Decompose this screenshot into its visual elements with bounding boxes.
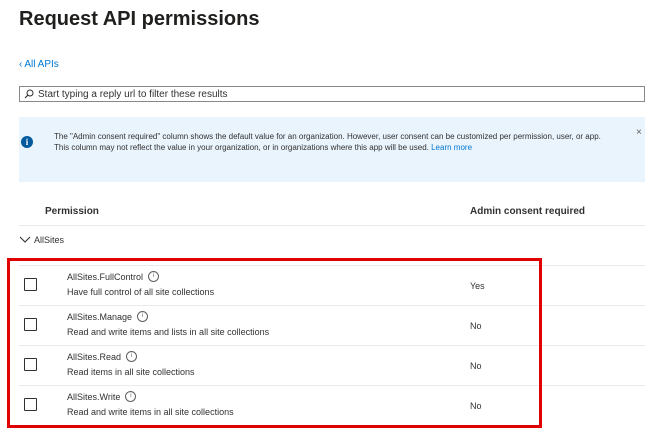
permission-row: AllSites.Manage i Read and write items a… [19, 306, 645, 346]
chevron-left-icon: ‹ [19, 59, 23, 70]
permission-column-header: Permission [45, 206, 99, 217]
admin-consent-column-header: Admin consent required [470, 206, 586, 217]
admin-consent-value: No [470, 401, 482, 411]
info-icon: i [21, 136, 33, 148]
permission-checkbox[interactable] [24, 278, 37, 291]
permission-name: AllSites.FullControl i [67, 271, 160, 282]
chevron-down-icon [19, 236, 31, 243]
all-apis-label: All APIs [24, 59, 59, 70]
permission-description: Read items in all site collections [67, 367, 195, 377]
permission-name-label: AllSites.Read [67, 351, 122, 362]
group-label: AllSites [34, 235, 65, 245]
divider [19, 225, 645, 226]
group-toggle-allsites[interactable]: AllSites [19, 235, 64, 245]
permission-name-label: AllSites.Write [67, 391, 121, 402]
info-text: The "Admin consent required" column show… [54, 132, 601, 152]
permission-row: AllSites.FullControl i Have full control… [19, 266, 645, 306]
permission-row: AllSites.Read i Read items in all site c… [19, 346, 645, 386]
info-circle-icon[interactable]: i [148, 271, 160, 282]
permission-name: AllSites.Manage i [67, 311, 149, 322]
admin-consent-value: Yes [470, 281, 485, 291]
info-circle-icon[interactable]: i [126, 351, 138, 362]
search-input[interactable] [38, 88, 598, 100]
permission-description: Read and write items in all site collect… [67, 407, 234, 417]
permission-description: Read and write items and lists in all si… [67, 327, 270, 337]
admin-consent-value: No [470, 361, 482, 371]
permission-description: Have full control of all site collection… [67, 287, 215, 297]
permission-checkbox[interactable] [24, 358, 37, 371]
permission-name: AllSites.Write i [67, 391, 137, 402]
info-circle-icon[interactable]: i [137, 311, 149, 322]
permission-checkbox[interactable] [24, 318, 37, 331]
permission-checkbox[interactable] [24, 398, 37, 411]
permission-row: AllSites.Write i Read and write items in… [19, 386, 645, 426]
permission-name: AllSites.Read i [67, 351, 138, 362]
learn-more-link[interactable]: Learn more [431, 143, 472, 152]
info-circle-icon[interactable]: i [125, 391, 137, 402]
search-icon [24, 89, 34, 99]
close-icon[interactable]: × [636, 127, 642, 138]
permission-name-label: AllSites.Manage [67, 311, 133, 322]
admin-consent-value: No [470, 321, 482, 331]
all-apis-link[interactable]: ‹ All APIs [19, 59, 59, 70]
info-message: The "Admin consent required" column show… [54, 132, 604, 153]
permission-name-label: AllSites.FullControl [67, 271, 144, 282]
page-title: Request API permissions [19, 8, 260, 30]
search-box[interactable] [19, 86, 645, 102]
